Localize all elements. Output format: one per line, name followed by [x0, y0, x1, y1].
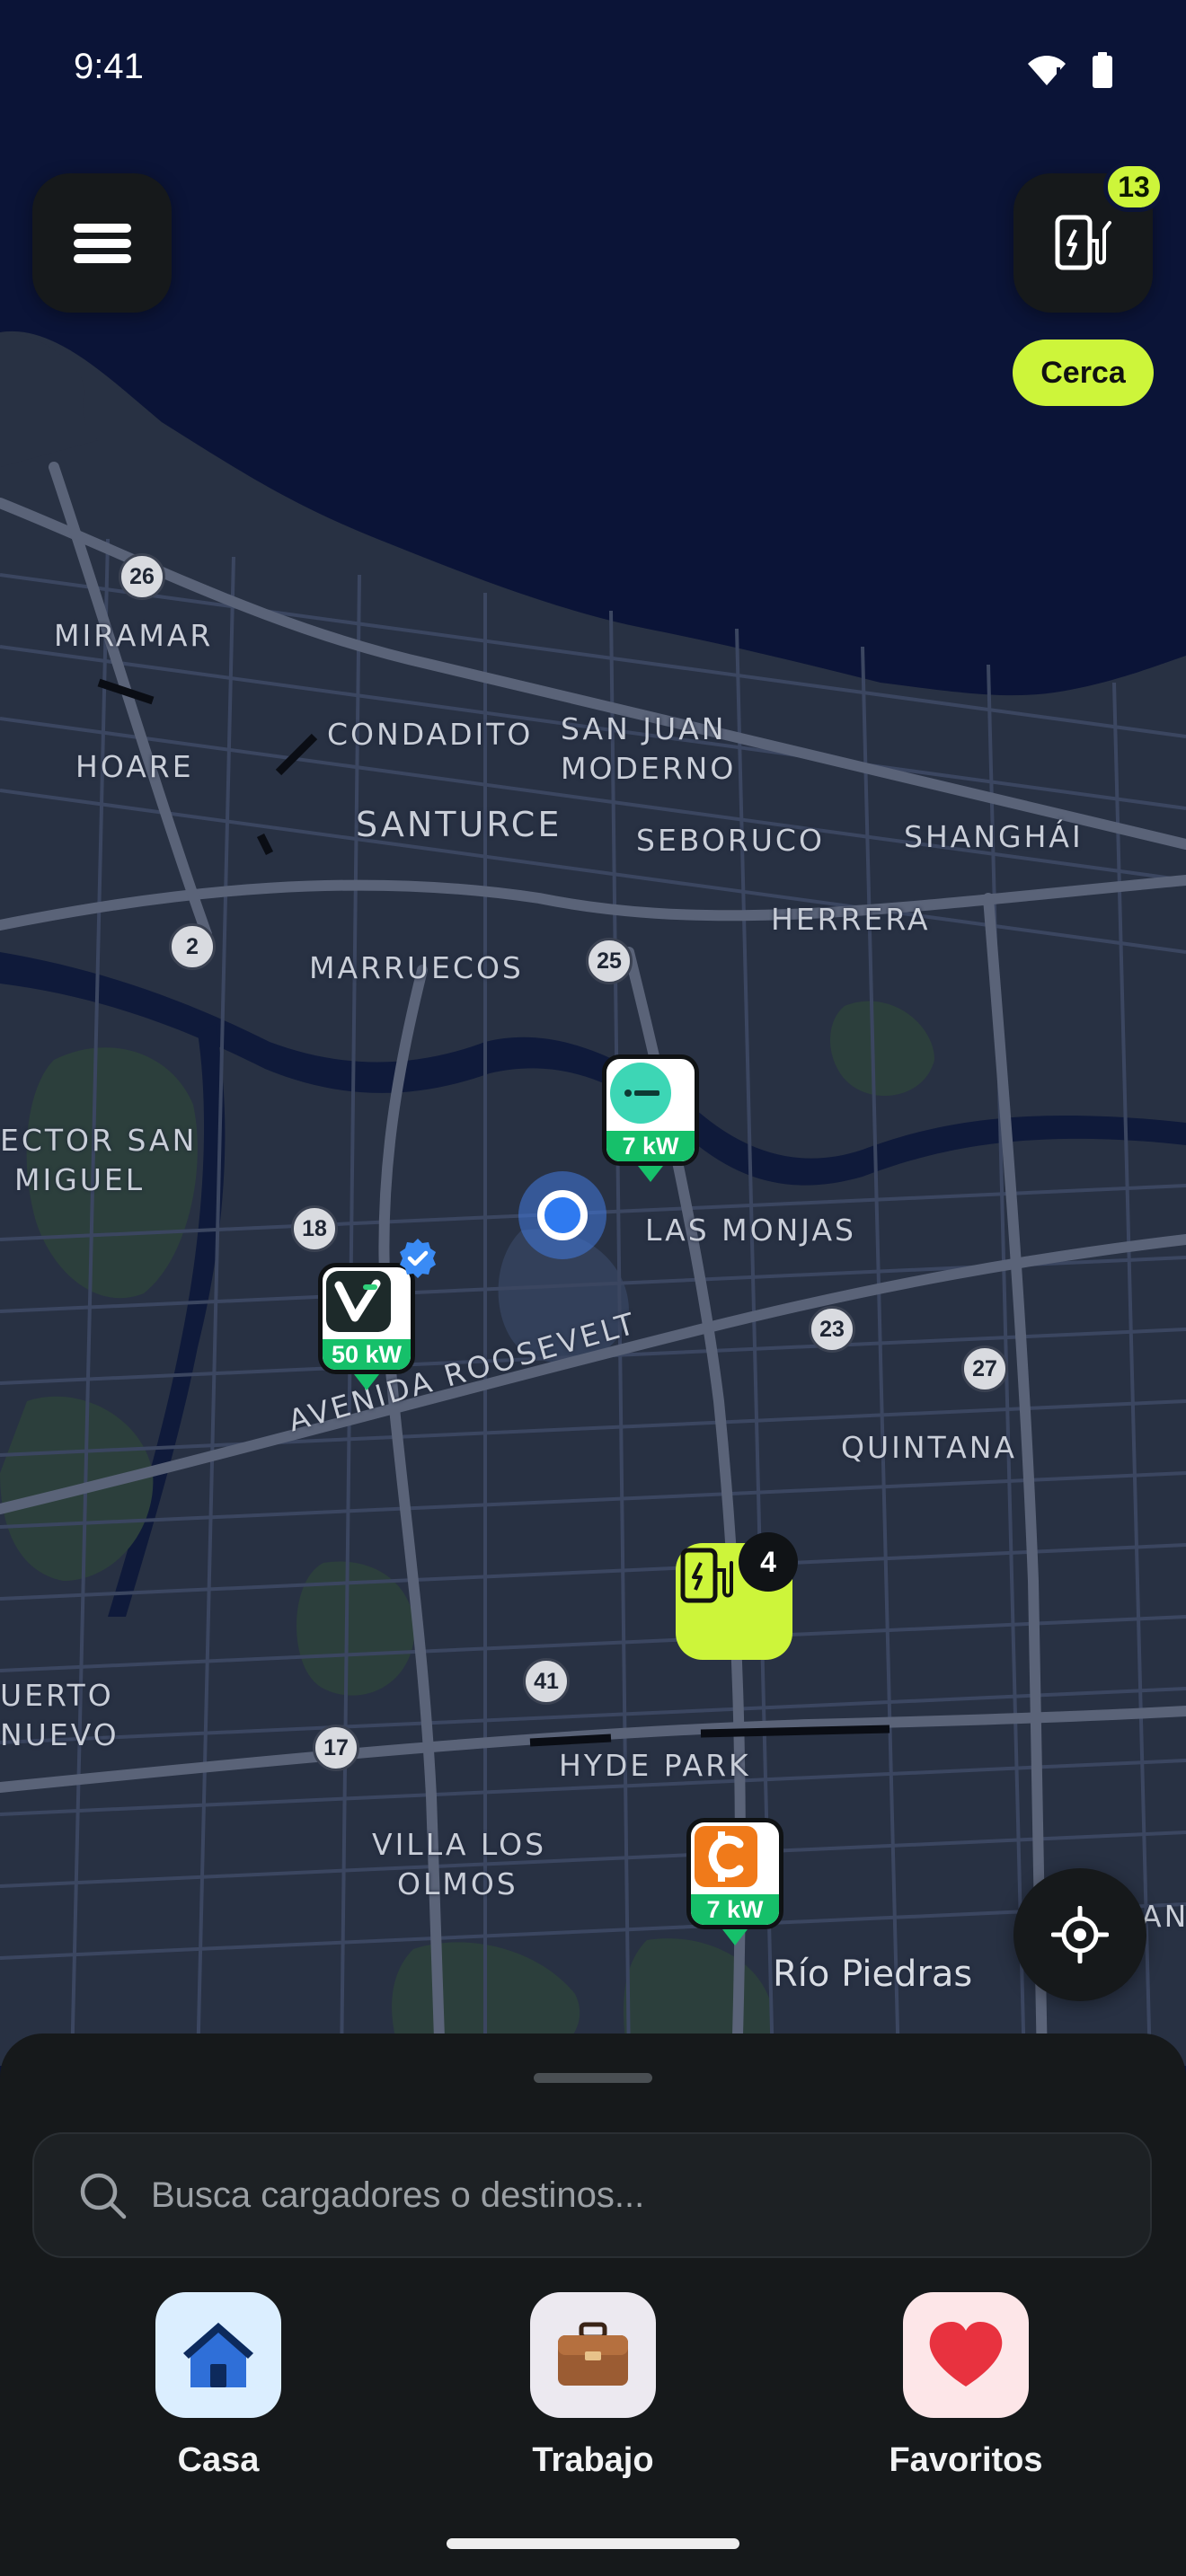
station-power-label: 50 kW — [323, 1339, 411, 1370]
station-power-label: 7 kW — [606, 1131, 695, 1161]
shortcut-favoritos[interactable]: Favoritos — [876, 2292, 1056, 2480]
map-label-seboruco: SEBORUCO — [636, 823, 825, 858]
status-time: 9:41 — [74, 47, 144, 86]
home-icon — [183, 2323, 253, 2387]
map-label-san-juan-moderno-2: MODERNO — [561, 751, 737, 786]
map-label-condadito: CONDADITO — [327, 717, 534, 752]
heart-icon — [929, 2322, 1003, 2386]
layers-menu-button[interactable] — [32, 173, 172, 313]
map-label-miramar: MIRAMAR — [54, 618, 214, 653]
map[interactable]: MIRAMAR HOARE CONDADITO SAN JUAN MODERNO… — [0, 0, 1186, 2066]
map-label-herrera: HERRERA — [771, 902, 931, 937]
route-shield-23: 23 — [809, 1306, 855, 1353]
crosshair-icon — [1051, 1906, 1109, 1963]
locate-me-button[interactable] — [1013, 1868, 1146, 2001]
shortcut-label: Trabajo — [532, 2441, 654, 2479]
map-label-sector-san-miguel-2: MIGUEL — [14, 1162, 146, 1197]
route-shield-41: 41 — [523, 1658, 570, 1705]
shortcut-label: Favoritos — [889, 2441, 1043, 2479]
cluster-count-badge: 4 — [739, 1532, 798, 1592]
charging-station-icon — [680, 1548, 733, 1603]
nearby-filter-chip[interactable]: Cerca — [1013, 340, 1154, 406]
shortcut-tile — [530, 2292, 656, 2418]
battery-icon — [1093, 52, 1112, 88]
shortcut-casa[interactable]: Casa — [128, 2292, 308, 2480]
menu-icon — [73, 223, 131, 263]
map-label-rio-piedras: Río Piedras — [773, 1954, 973, 1995]
shortcut-trabajo[interactable]: Trabajo — [503, 2292, 683, 2480]
briefcase-icon — [558, 2322, 628, 2386]
search-icon — [80, 2173, 127, 2219]
map-label-hyde-park: HYDE PARK — [559, 1748, 751, 1783]
map-label-sector-san-miguel-1: ECTOR SAN — [0, 1123, 198, 1158]
pin-tail — [354, 1374, 379, 1390]
home-indicator[interactable] — [447, 2538, 739, 2549]
user-location-dot — [518, 1171, 606, 1259]
map-label-edge-an: AN — [1141, 1899, 1186, 1934]
station-card: 7 kW — [686, 1818, 783, 1929]
user-location-center — [537, 1190, 588, 1240]
shortcut-label: Casa — [177, 2441, 260, 2479]
map-label-marruecos: MARRUECOS — [309, 950, 524, 985]
station-card: 7 kW — [602, 1054, 699, 1166]
shortcut-tile — [155, 2292, 281, 2418]
status-icons — [1026, 52, 1114, 88]
map-label-hoare: HOARE — [75, 749, 194, 784]
pin-tail — [638, 1166, 663, 1182]
search-input[interactable] — [151, 2134, 1121, 2256]
station-pin-switch[interactable]: 7 kW — [602, 1054, 699, 1182]
map-label-san-juan-moderno-1: SAN JUAN — [561, 711, 727, 746]
station-power-label: 7 kW — [691, 1894, 779, 1925]
map-label-las-monjas: LAS MONJAS — [645, 1213, 856, 1248]
map-label-villa-los-olmos-1: VILLA LOS — [372, 1827, 547, 1862]
search-bar[interactable] — [32, 2132, 1152, 2258]
shortcut-tile — [903, 2292, 1029, 2418]
map-label-villa-los-olmos-2: OLMOS — [397, 1866, 518, 1901]
route-shield-2: 2 — [169, 923, 216, 970]
route-shield-17: 17 — [313, 1725, 359, 1771]
station-pin-v[interactable]: 50 kW — [318, 1263, 415, 1390]
route-shield-26: 26 — [119, 553, 165, 600]
route-shield-27: 27 — [961, 1345, 1008, 1392]
sheet-drag-handle[interactable] — [534, 2073, 652, 2083]
map-label-quintana: QUINTANA — [841, 1430, 1017, 1465]
screen: MIRAMAR HOARE CONDADITO SAN JUAN MODERNO… — [0, 0, 1186, 2576]
map-label-santurce: SANTURCE — [356, 805, 562, 844]
route-shield-18: 18 — [291, 1205, 338, 1252]
map-label-puerto-nuevo-2: NUEVO — [0, 1717, 119, 1752]
c-brand-logo-icon — [691, 1822, 779, 1898]
switch-logo-icon — [606, 1059, 695, 1134]
station-pin-c[interactable]: 7 kW — [686, 1818, 783, 1945]
route-shield-25: 25 — [586, 938, 633, 984]
charging-station-icon — [1055, 215, 1111, 269]
map-label-puerto-nuevo-1: UERTO — [0, 1678, 114, 1713]
pin-tail — [722, 1929, 748, 1945]
map-label-shanghai: SHANGHÁI — [904, 819, 1084, 854]
status-bar: 9:41 — [0, 0, 1186, 144]
wifi-icon — [1028, 56, 1066, 85]
charger-count-badge: 13 — [1103, 162, 1164, 212]
